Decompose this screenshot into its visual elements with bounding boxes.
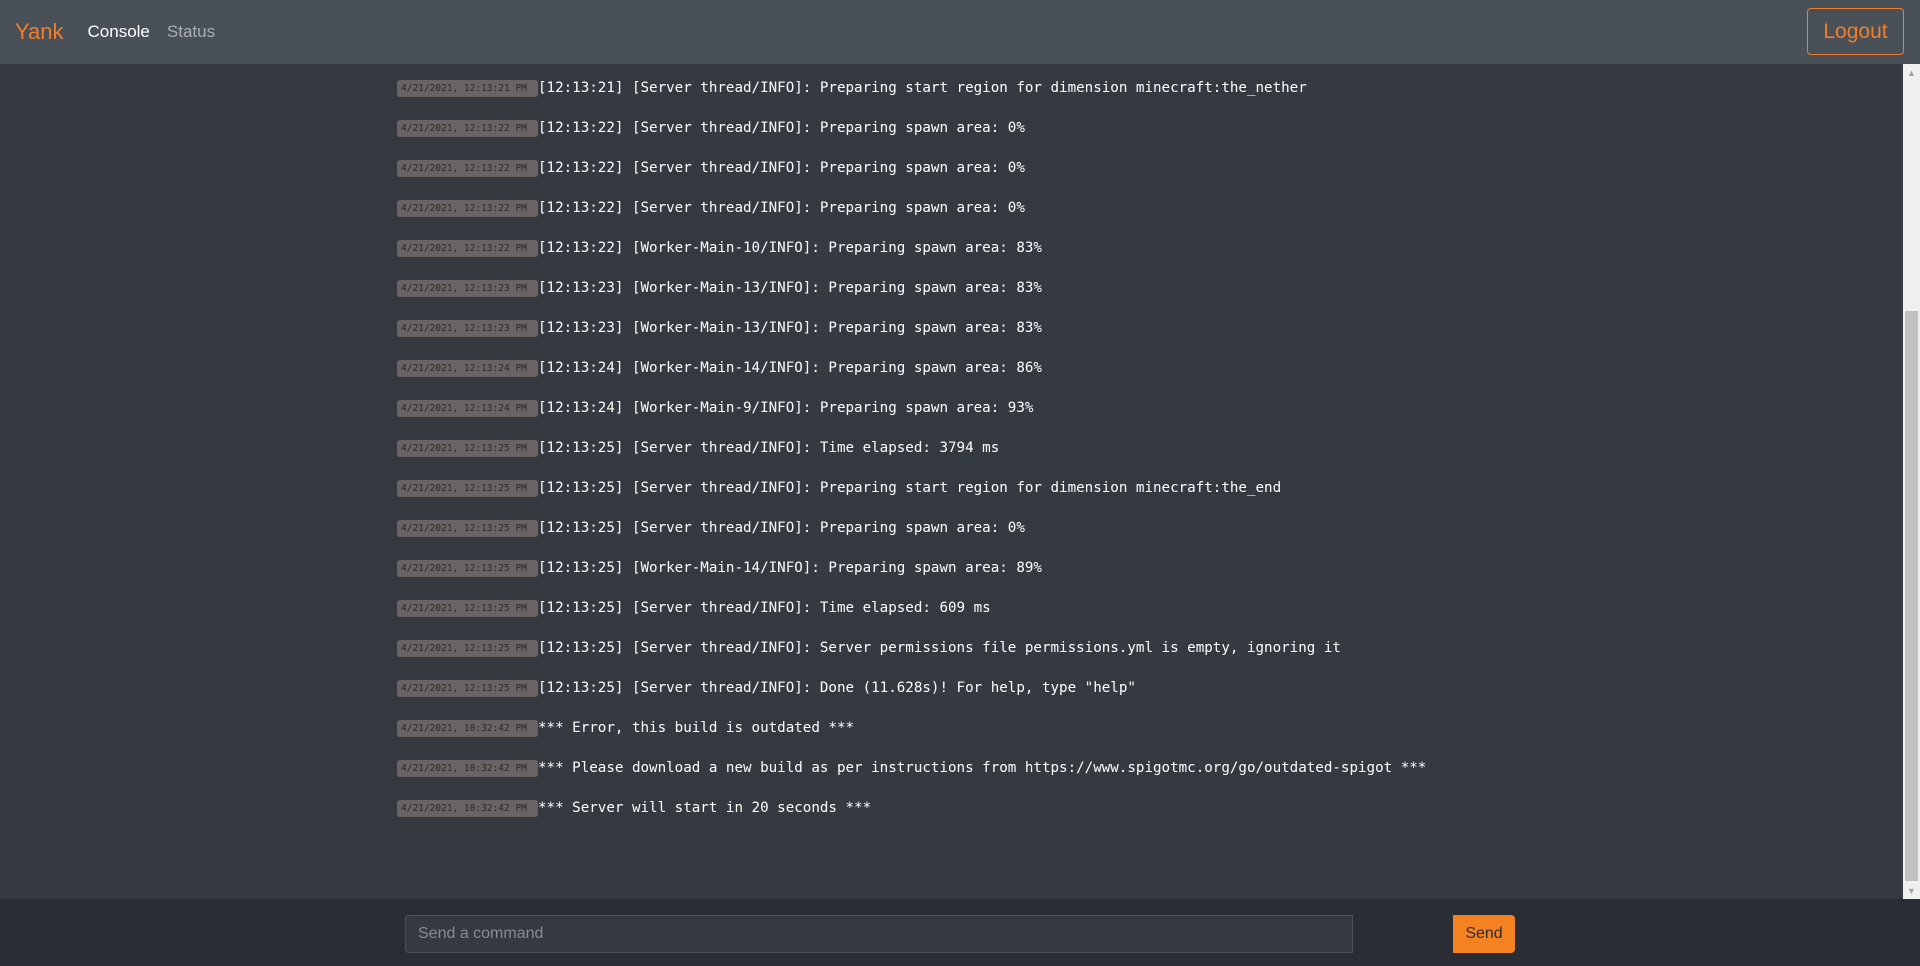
log-message: *** Please download a new build as per i… [538, 760, 1427, 776]
log-message: [12:13:22] [Server thread/INFO]: Prepari… [538, 120, 1025, 136]
log-line: 4/21/2021, 12:13:25 PM [12:13:25] [Server… [397, 678, 1426, 718]
send-button[interactable]: Send [1453, 915, 1515, 953]
log-line: 4/21/2021, 12:13:23 PM [12:13:23] [Worker… [397, 278, 1426, 318]
log-line: 4/21/2021, 12:13:24 PM [12:13:24] [Worker… [397, 398, 1426, 438]
log-line: 4/21/2021, 12:13:25 PM [12:13:25] [Server… [397, 638, 1426, 678]
log-line: 4/21/2021, 10:32:42 PM *** Error, this bu… [397, 718, 1426, 758]
log-message: [12:13:24] [Worker-Main-9/INFO]: Prepari… [538, 400, 1034, 416]
scroll-up-arrow-icon[interactable]: ▲ [1903, 64, 1920, 81]
nav-link-status[interactable]: Status [167, 22, 215, 42]
log-timestamp-badge: 4/21/2021, 12:13:25 PM [397, 640, 538, 657]
log-timestamp-badge: 4/21/2021, 12:13:24 PM [397, 360, 538, 377]
log-timestamp-badge: 4/21/2021, 12:13:25 PM [397, 600, 538, 617]
log-line: 4/21/2021, 12:13:25 PM [12:13:25] [Worker… [397, 558, 1426, 598]
log-timestamp-badge: 4/21/2021, 12:13:23 PM [397, 320, 538, 337]
log-line: 4/21/2021, 12:13:22 PM [12:13:22] [Server… [397, 158, 1426, 198]
log-line: 4/21/2021, 10:32:42 PM *** Please downloa… [397, 758, 1426, 798]
scroll-down-arrow-icon[interactable]: ▼ [1903, 882, 1920, 899]
log-timestamp-badge: 4/21/2021, 12:13:22 PM [397, 200, 538, 217]
log-timestamp-badge: 4/21/2021, 12:13:25 PM [397, 520, 538, 537]
log-message: [12:13:22] [Worker-Main-10/INFO]: Prepar… [538, 240, 1042, 256]
log-line: 4/21/2021, 12:13:25 PM [12:13:25] [Server… [397, 478, 1426, 518]
log-timestamp-badge: 4/21/2021, 10:32:42 PM [397, 760, 538, 777]
log-timestamp-badge: 4/21/2021, 12:13:21 PM [397, 80, 538, 97]
log-timestamp-badge: 4/21/2021, 12:13:22 PM [397, 160, 538, 177]
brand-logo[interactable]: Yank [15, 19, 64, 45]
log-timestamp-badge: 4/21/2021, 12:13:25 PM [397, 480, 538, 497]
log-message: [12:13:25] [Server thread/INFO]: Prepari… [538, 480, 1282, 496]
log-message: [12:13:21] [Server thread/INFO]: Prepari… [538, 80, 1307, 96]
log-message: *** Error, this build is outdated *** [538, 720, 855, 736]
navbar: Yank Console Status Logout [0, 0, 1920, 64]
log-line: 4/21/2021, 12:13:25 PM [12:13:25] [Server… [397, 438, 1426, 478]
log-message: [12:13:25] [Server thread/INFO]: Server … [538, 640, 1341, 656]
log-list: 4/21/2021, 12:13:21 PM [12:13:21] [Server… [397, 78, 1426, 838]
log-line: 4/21/2021, 12:13:22 PM [12:13:22] [Server… [397, 198, 1426, 238]
log-line: 4/21/2021, 12:13:22 PM [12:13:22] [Server… [397, 118, 1426, 158]
logout-button[interactable]: Logout [1807, 8, 1904, 55]
log-message: [12:13:25] [Worker-Main-14/INFO]: Prepar… [538, 560, 1042, 576]
log-message: [12:13:23] [Worker-Main-13/INFO]: Prepar… [538, 280, 1042, 296]
log-line: 4/21/2021, 12:13:25 PM [12:13:25] [Server… [397, 598, 1426, 638]
log-line: 4/21/2021, 12:13:22 PM [12:13:22] [Worker… [397, 238, 1426, 278]
log-timestamp-badge: 4/21/2021, 12:13:22 PM [397, 120, 538, 137]
log-timestamp-badge: 4/21/2021, 12:13:25 PM [397, 440, 538, 457]
log-timestamp-badge: 4/21/2021, 12:13:25 PM [397, 560, 538, 577]
log-timestamp-badge: 4/21/2021, 12:13:25 PM [397, 680, 538, 697]
log-timestamp-badge: 4/21/2021, 10:32:42 PM [397, 720, 538, 737]
command-input[interactable] [405, 915, 1353, 953]
log-message: [12:13:25] [Server thread/INFO]: Prepari… [538, 520, 1025, 536]
log-timestamp-badge: 4/21/2021, 12:13:22 PM [397, 240, 538, 257]
log-timestamp-badge: 4/21/2021, 12:13:23 PM [397, 280, 538, 297]
log-message: [12:13:25] [Server thread/INFO]: Done (1… [538, 680, 1136, 696]
log-line: 4/21/2021, 12:13:24 PM [12:13:24] [Worker… [397, 358, 1426, 398]
log-message: [12:13:23] [Worker-Main-13/INFO]: Prepar… [538, 320, 1042, 336]
log-message: [12:13:22] [Server thread/INFO]: Prepari… [538, 160, 1025, 176]
log-timestamp-badge: 4/21/2021, 10:32:42 PM [397, 800, 538, 817]
log-line: 4/21/2021, 10:32:42 PM *** Server will st… [397, 798, 1426, 838]
log-line: 4/21/2021, 12:13:23 PM [12:13:23] [Worker… [397, 318, 1426, 358]
log-message: [12:13:25] [Server thread/INFO]: Time el… [538, 600, 991, 616]
log-line: 4/21/2021, 12:13:25 PM [12:13:25] [Server… [397, 518, 1426, 558]
log-message: [12:13:22] [Server thread/INFO]: Prepari… [538, 200, 1025, 216]
log-message: *** Server will start in 20 seconds *** [538, 800, 872, 816]
command-bar: Send [0, 899, 1920, 966]
log-timestamp-badge: 4/21/2021, 12:13:24 PM [397, 400, 538, 417]
console-output: 4/21/2021, 12:13:21 PM [12:13:21] [Server… [0, 64, 1903, 899]
console-scrollbar[interactable]: ▲ ▼ [1903, 64, 1920, 899]
scroll-thumb[interactable] [1905, 311, 1918, 881]
log-line: 4/21/2021, 12:13:21 PM [12:13:21] [Server… [397, 78, 1426, 118]
nav-link-console[interactable]: Console [88, 22, 150, 42]
log-message: [12:13:25] [Server thread/INFO]: Time el… [538, 440, 1000, 456]
log-message: [12:13:24] [Worker-Main-14/INFO]: Prepar… [538, 360, 1042, 376]
